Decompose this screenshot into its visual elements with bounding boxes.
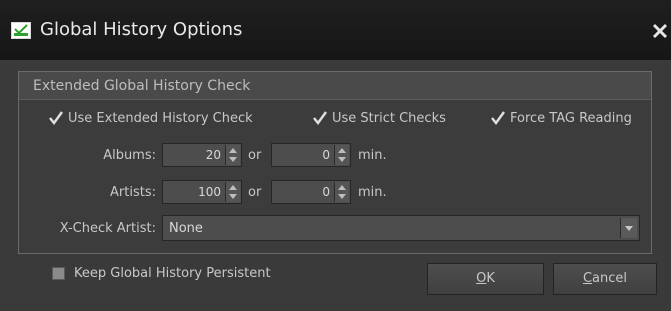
spin-arrows-icon[interactable] xyxy=(334,182,349,202)
albums-minutes-spinner[interactable]: 0 xyxy=(271,143,351,167)
global-history-options-dialog: Global History Options Extended Global H… xyxy=(0,0,671,311)
xcheck-artist-dropdown[interactable]: None xyxy=(162,215,640,241)
ok-button[interactable]: OK xyxy=(427,263,544,295)
use-extended-history-label: Use Extended History Check xyxy=(68,111,253,126)
artists-count-value: 100 xyxy=(198,185,221,199)
albums-label: Albums: xyxy=(103,148,156,163)
close-icon[interactable] xyxy=(649,15,671,45)
cancel-button[interactable]: Cancel xyxy=(553,263,657,295)
albums-count-value: 20 xyxy=(205,148,221,162)
check-mark-icon xyxy=(312,110,327,126)
ok-label-rest: K xyxy=(486,271,495,286)
check-mark-icon xyxy=(48,110,63,126)
check-mark-icon xyxy=(490,110,505,126)
group-title: Extended Global History Check xyxy=(33,78,251,94)
ok-mnemonic: O xyxy=(476,271,487,286)
artists-minutes-spinner[interactable]: 0 xyxy=(271,180,351,204)
xcheck-artist-value: None xyxy=(169,221,203,236)
albums-count-spinner[interactable]: 20 xyxy=(162,143,242,167)
xcheck-artist-label: X-Check Artist: xyxy=(59,221,156,236)
artists-count-spinner[interactable]: 100 xyxy=(162,180,242,204)
artists-min-unit: min. xyxy=(358,185,387,200)
cancel-mnemonic: C xyxy=(582,271,593,286)
keep-history-persistent-checkbox[interactable]: Keep Global History Persistent xyxy=(52,266,271,281)
spin-arrows-icon[interactable] xyxy=(225,182,240,202)
cancel-label-rest: ancel xyxy=(592,271,628,286)
albums-or-label: or xyxy=(248,148,262,163)
artists-or-label: or xyxy=(248,185,262,200)
chevron-down-icon[interactable] xyxy=(620,218,637,238)
artists-minutes-value: 0 xyxy=(322,185,330,199)
force-tag-reading-label: Force TAG Reading xyxy=(510,111,632,126)
albums-min-unit: min. xyxy=(358,148,387,163)
albums-minutes-value: 0 xyxy=(322,148,330,162)
use-strict-checks-checkbox[interactable]: Use Strict Checks xyxy=(312,110,446,126)
window-title: Global History Options xyxy=(40,19,243,40)
use-strict-checks-label: Use Strict Checks xyxy=(332,111,446,126)
keep-history-persistent-label: Keep Global History Persistent xyxy=(74,266,271,281)
app-checkmark-icon xyxy=(11,22,31,39)
force-tag-reading-checkbox[interactable]: Force TAG Reading xyxy=(490,110,632,126)
spin-arrows-icon[interactable] xyxy=(225,145,240,165)
title-bar[interactable]: Global History Options xyxy=(0,0,671,60)
artists-label: Artists: xyxy=(110,185,156,200)
unchecked-box-icon xyxy=(52,267,65,280)
group-header: Extended Global History Check xyxy=(19,72,651,100)
spin-arrows-icon[interactable] xyxy=(334,145,349,165)
use-extended-history-checkbox[interactable]: Use Extended History Check xyxy=(48,110,253,126)
